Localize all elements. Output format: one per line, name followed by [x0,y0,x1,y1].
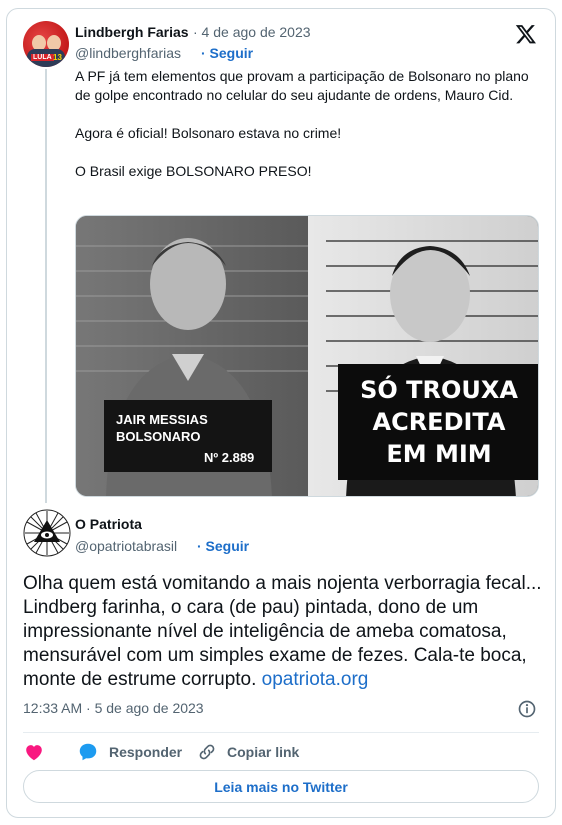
opatriota-link[interactable]: opatriota.org [262,669,369,690]
x-logo-icon[interactable] [515,23,537,45]
tweet-timestamp[interactable]: 12:33 AM · 5 de ago de 2023 [23,700,204,716]
mugshot-photo: JAIR MESSIAS BOLSONARO Nº 2.889 SÓ TROUX… [76,216,538,496]
avatar-number: 13 [53,53,62,62]
read-more-button[interactable]: Leia mais no Twitter [23,770,539,803]
left-sign-number: Nº 2.889 [204,450,254,465]
read-more-label: Leia mais no Twitter [214,778,348,795]
left-sign-line1: JAIR MESSIAS [116,412,208,427]
quoted-tweet-image[interactable]: JAIR MESSIAS BOLSONARO Nº 2.889 SÓ TROUX… [75,215,539,497]
main-handle[interactable]: @opatriotabrasil [75,538,177,554]
thread-line [45,69,47,503]
copy-link-label: Copiar link [227,744,300,760]
main-tweet-text: Olha quem está vomitando a mais nojenta … [23,572,543,692]
quoted-author-name[interactable]: Lindbergh Farias [75,24,189,40]
lindbergh-avatar[interactable]: LULA 13 [23,21,69,67]
link-icon [199,744,215,760]
quoted-tweet-text: A PF já tem elementos que provam a parti… [75,68,529,179]
avatar-tag: LULA [31,54,54,61]
reply-label: Responder [109,744,183,760]
quoted-follow-button[interactable]: · Seguir [201,45,253,61]
divider [23,732,539,733]
like-button[interactable] [23,741,55,763]
copy-link-button[interactable]: Copiar link [197,741,299,763]
right-sign-line2: ACREDITA [373,408,506,436]
quoted-handle[interactable]: @lindberghfarias [75,45,181,61]
info-icon[interactable] [517,699,537,719]
left-sign-line2: BOLSONARO [116,429,201,444]
main-author-name[interactable]: O Patriota [75,516,142,532]
right-sign-line3: EM MIM [386,440,491,468]
right-sign-line1: SÓ TROUXA [360,374,518,404]
reply-bubble-icon [79,743,97,761]
heart-icon [26,745,42,761]
opatriota-avatar[interactable] [23,509,71,557]
quoted-date[interactable]: · 4 de ago de 2023 [193,24,311,40]
main-follow-button[interactable]: · Seguir [197,538,249,554]
embedded-tweet-card: LULA 13 Lindbergh Farias · 4 de ago de 2… [6,8,556,818]
reply-button[interactable]: Responder [77,741,182,763]
